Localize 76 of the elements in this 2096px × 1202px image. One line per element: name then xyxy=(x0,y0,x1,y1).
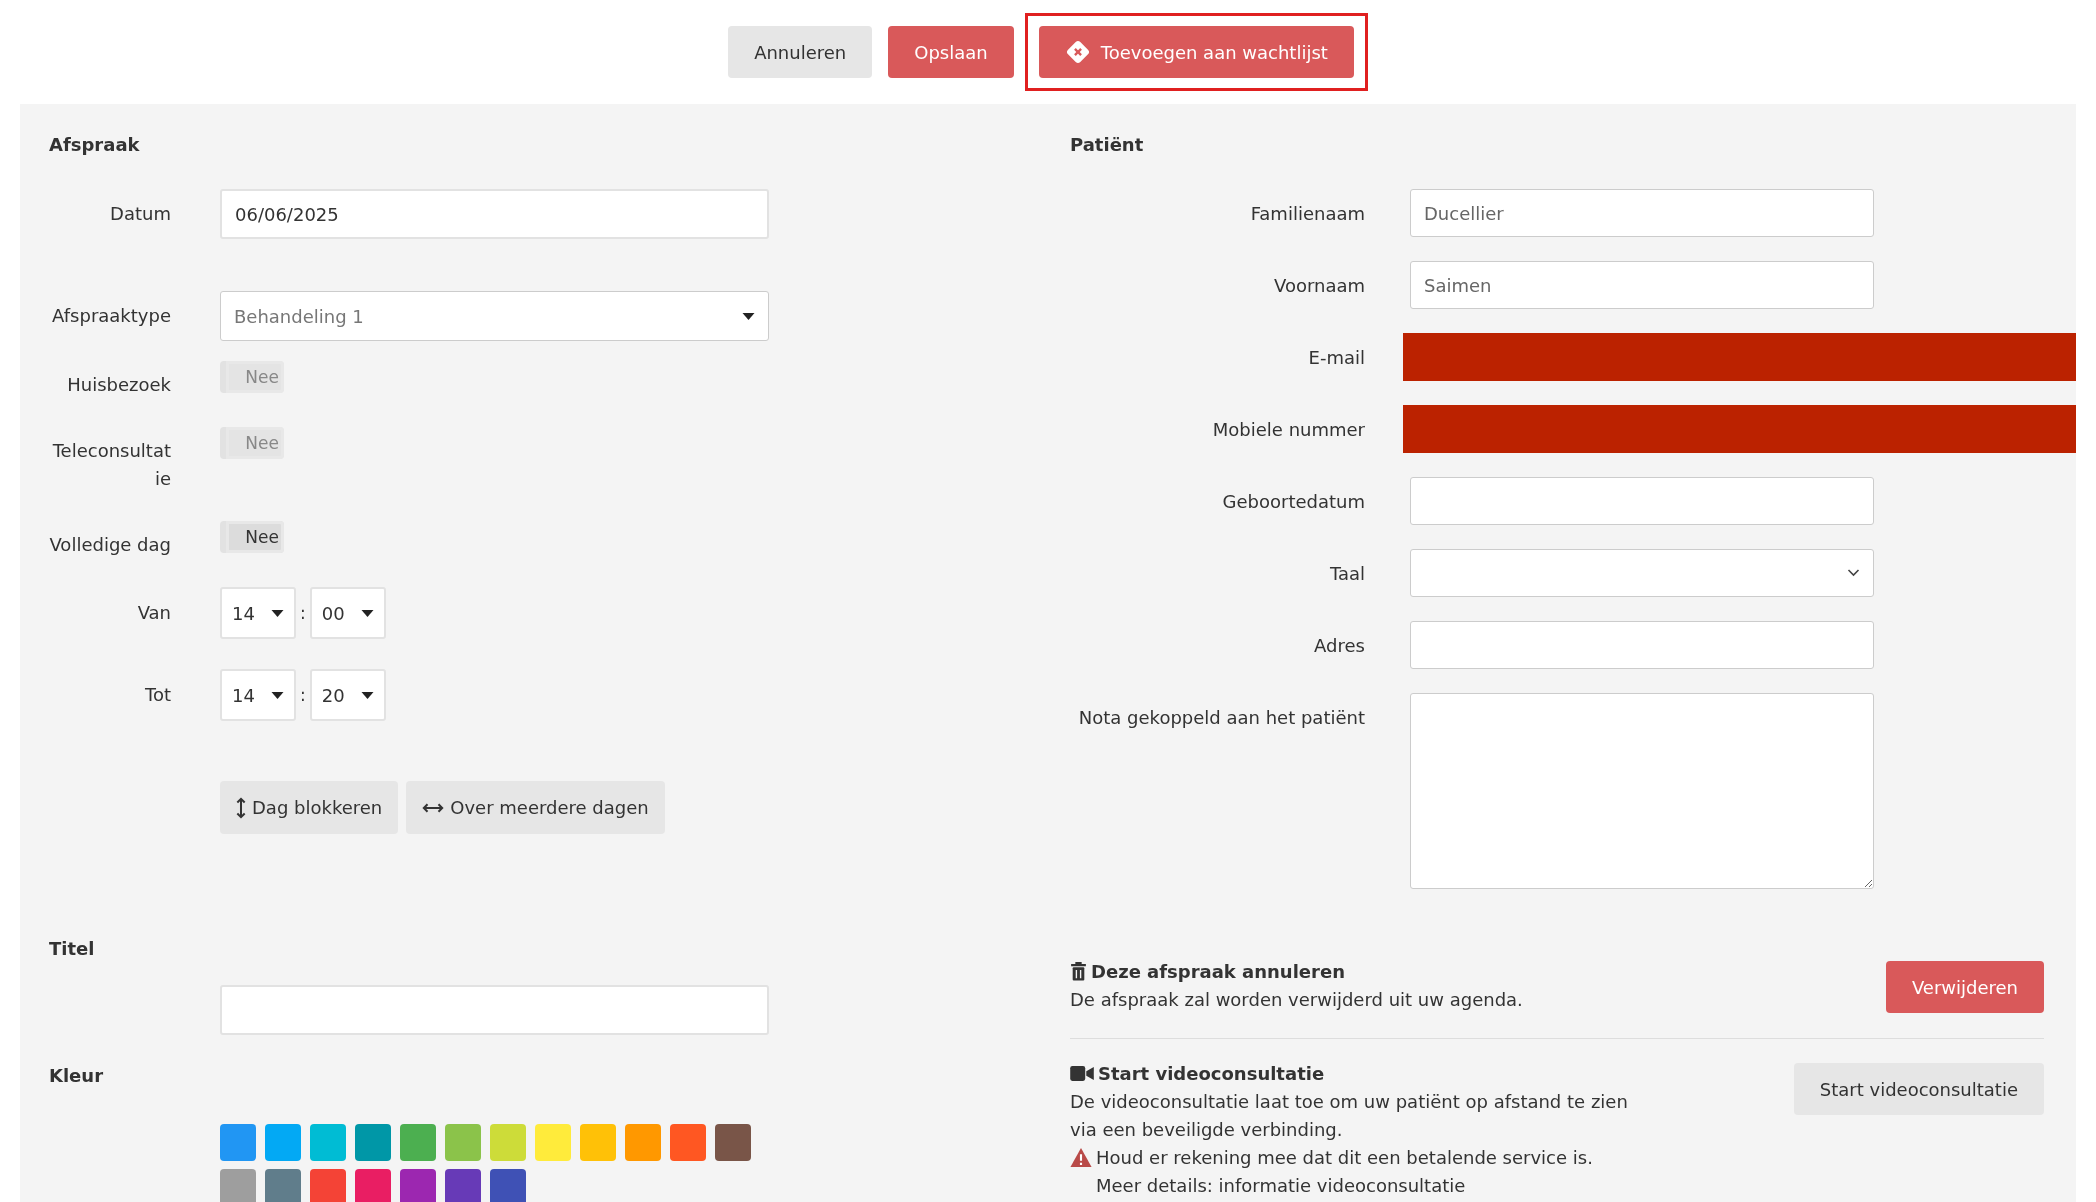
field-label: Teleconsultatie xyxy=(51,439,171,491)
caret-icon xyxy=(742,312,755,320)
time-separator: : xyxy=(300,685,306,705)
delete-button[interactable]: Verwijderen xyxy=(1885,961,2044,1013)
hour-dropdown[interactable]: 14 xyxy=(220,587,296,639)
description-text: De afspraak zal worden verwijderd uit uw agenda. xyxy=(1070,988,1524,1012)
color-swatch[interactable] xyxy=(400,1124,436,1161)
field-label: Afspraaktype xyxy=(51,304,171,328)
cancel-button[interactable]: Annuleren xyxy=(728,26,873,78)
hour-dropdown[interactable]: 14 xyxy=(220,669,296,721)
text-field[interactable] xyxy=(1410,477,1874,525)
color-swatch[interactable] xyxy=(625,1124,661,1161)
field-label: Tot xyxy=(144,683,171,707)
block-day-button[interactable]: Dag blokkeren xyxy=(220,781,399,834)
action-title: Deze afspraak annuleren xyxy=(1091,961,1345,982)
field-label: Nota gekoppeld aan het patiënt xyxy=(1077,706,1365,728)
caret-icon xyxy=(271,609,284,617)
description-text: De videoconsultatie laat toe om uw patiënt op afstand te zien via een beveiligde verbinding. xyxy=(1070,1090,1629,1142)
title-field[interactable] xyxy=(220,985,769,1035)
color-swatch[interactable] xyxy=(400,1169,436,1202)
color-swatch[interactable] xyxy=(310,1169,346,1202)
color-swatch[interactable] xyxy=(265,1124,301,1161)
caret-icon xyxy=(360,609,374,617)
text-field[interactable]: Saimen xyxy=(1410,261,1874,309)
warning-text: Houd er rekening mee dat dit een betalende service is. Meer details: informatie videoconsultatie xyxy=(1096,1146,1594,1198)
note-textarea[interactable] xyxy=(1410,693,1874,889)
waitlist-button[interactable]: Toevoegen aan wachtlijst xyxy=(1038,26,1354,78)
vertical-arrow-icon xyxy=(236,796,246,819)
field-label: Datum xyxy=(109,202,171,226)
toggle-switch[interactable]: Nee xyxy=(220,521,284,553)
field-label: E-mail xyxy=(1307,346,1365,368)
minute-dropdown[interactable]: 00 xyxy=(309,587,386,639)
minute-dropdown[interactable]: 20 xyxy=(309,669,386,721)
field-label: Taal xyxy=(1328,562,1365,584)
color-swatch[interactable] xyxy=(445,1124,481,1161)
field-label: Huisbezoek xyxy=(66,373,171,397)
video-camera-icon xyxy=(1070,1066,1094,1081)
field-label: Mobiele nummer xyxy=(1211,418,1365,440)
chevron-icon xyxy=(1847,569,1860,577)
multiple-days-button[interactable]: Over meerdere dagen xyxy=(406,781,665,834)
section-heading: Afspraak xyxy=(49,133,141,155)
section-heading: Kleur xyxy=(49,1064,105,1086)
time-separator: : xyxy=(300,603,306,623)
field-label: Geboortedatum xyxy=(1221,490,1365,512)
language-dropdown[interactable] xyxy=(1410,549,1874,597)
text-field[interactable] xyxy=(1410,621,1874,669)
field-label: Van xyxy=(136,601,171,625)
text-field[interactable]: Ducellier xyxy=(1410,189,1874,237)
date-field[interactable]: 06/06/2025 xyxy=(220,189,769,239)
appointment-type-dropdown[interactable]: Behandeling 1 xyxy=(220,291,769,341)
field-label: Adres xyxy=(1313,634,1365,656)
color-swatch[interactable] xyxy=(265,1169,301,1202)
field-label: Familienaam xyxy=(1249,202,1365,224)
color-swatch[interactable] xyxy=(220,1124,256,1161)
start-video-button[interactable]: Start videoconsultatie xyxy=(1793,1063,2044,1115)
color-swatch[interactable] xyxy=(445,1169,481,1202)
trash-icon xyxy=(1070,962,1087,981)
section-heading: Titel xyxy=(49,937,96,959)
action-title: Start videoconsultatie xyxy=(1098,1063,1325,1084)
color-swatch[interactable] xyxy=(580,1124,616,1161)
color-swatch[interactable] xyxy=(490,1124,526,1161)
caret-icon xyxy=(271,691,284,699)
field-label: Voornaam xyxy=(1272,274,1365,296)
color-swatch[interactable] xyxy=(355,1169,391,1202)
save-button[interactable]: Opslaan xyxy=(888,26,1014,78)
section-heading: Patiënt xyxy=(1070,133,1145,155)
color-swatch[interactable] xyxy=(715,1124,751,1161)
color-swatch[interactable] xyxy=(490,1169,526,1202)
caret-icon xyxy=(360,691,374,699)
color-swatch[interactable] xyxy=(355,1124,391,1161)
color-swatch[interactable] xyxy=(535,1124,571,1161)
color-swatch[interactable] xyxy=(310,1124,346,1161)
field-label: Volledige dag xyxy=(49,533,171,557)
color-swatch[interactable] xyxy=(670,1124,706,1161)
color-swatch[interactable] xyxy=(220,1169,256,1202)
horizontal-arrow-icon xyxy=(422,802,445,813)
